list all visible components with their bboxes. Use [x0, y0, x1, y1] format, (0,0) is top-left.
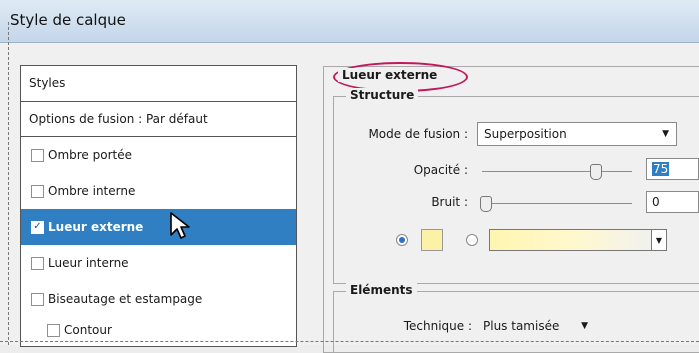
bevel-emboss-checkbox[interactable] — [31, 292, 44, 306]
noise-slider-thumb[interactable] — [480, 196, 492, 212]
style-item-label: Ombre interne — [48, 184, 136, 198]
blend-mode-value: Superposition — [484, 127, 567, 141]
opacity-value: 75 — [652, 162, 670, 176]
title-bar: Style de calque — [0, 0, 699, 43]
contour-checkbox[interactable] — [47, 323, 60, 337]
crop-edge-left — [8, 22, 9, 345]
opacity-slider-thumb[interactable] — [589, 164, 602, 180]
blend-mode-label: Mode de fusion : — [368, 127, 468, 141]
noise-label: Bruit : — [431, 195, 468, 209]
blending-options-item[interactable]: Options de fusion : Par défaut — [21, 102, 296, 137]
chevron-down-icon: ▼ — [662, 129, 669, 139]
drop-shadow-checkbox[interactable] — [31, 148, 44, 162]
style-item-label: Biseautage et estampage — [48, 292, 203, 306]
opacity-input[interactable]: 75 — [646, 158, 699, 180]
noise-slider-track[interactable] — [482, 203, 632, 204]
gradient-radio[interactable] — [466, 234, 478, 246]
elements-title: Eléments — [346, 283, 417, 297]
style-item-inner-shadow[interactable]: Ombre interne — [21, 173, 296, 209]
chevron-down-icon: ▼ — [581, 321, 588, 331]
technique-label: Technique : — [403, 319, 472, 333]
glow-color-swatch[interactable] — [421, 229, 443, 251]
noise-input[interactable]: 0 — [646, 191, 699, 213]
solid-color-radio[interactable] — [396, 234, 408, 246]
inner-shadow-checkbox[interactable] — [31, 184, 44, 198]
outer-glow-checkbox[interactable]: ✓ — [31, 220, 44, 234]
window-title: Style de calque — [10, 11, 126, 29]
style-item-bevel-emboss[interactable]: Biseautage et estampage — [21, 281, 296, 317]
gradient-picker[interactable]: ▼ — [489, 229, 667, 251]
style-item-drop-shadow[interactable]: Ombre portée — [21, 137, 296, 173]
style-item-label: Contour — [64, 323, 112, 337]
layer-style-dialog: Styles Options de fusion : Par défaut Om… — [0, 43, 699, 353]
blend-mode-select[interactable]: Superposition ▼ — [477, 122, 677, 146]
technique-value: Plus tamisée — [483, 319, 560, 333]
style-item-inner-glow[interactable]: Lueur interne — [21, 245, 296, 281]
noise-value: 0 — [652, 195, 660, 209]
crop-edge-bottom — [0, 341, 699, 342]
style-item-label: Lueur externe — [48, 220, 144, 234]
style-item-contour[interactable]: Contour — [21, 317, 296, 343]
opacity-slider-track[interactable] — [482, 171, 632, 172]
technique-select[interactable]: Plus tamisée ▼ — [476, 314, 596, 338]
gradient-dropdown-icon[interactable]: ▼ — [651, 230, 666, 250]
style-item-label: Lueur interne — [48, 256, 129, 270]
mouse-pointer-icon — [170, 212, 190, 239]
inner-glow-checkbox[interactable] — [31, 256, 44, 270]
styles-header[interactable]: Styles — [21, 66, 296, 102]
styles-list: Styles Options de fusion : Par défaut Om… — [20, 65, 297, 347]
structure-title: Structure — [346, 88, 419, 102]
opacity-label: Opacité : — [413, 163, 468, 177]
outer-glow-title: Lueur externe — [338, 68, 442, 82]
style-item-outer-glow[interactable]: ✓ Lueur externe — [21, 209, 296, 245]
style-item-label: Ombre portée — [48, 148, 132, 162]
